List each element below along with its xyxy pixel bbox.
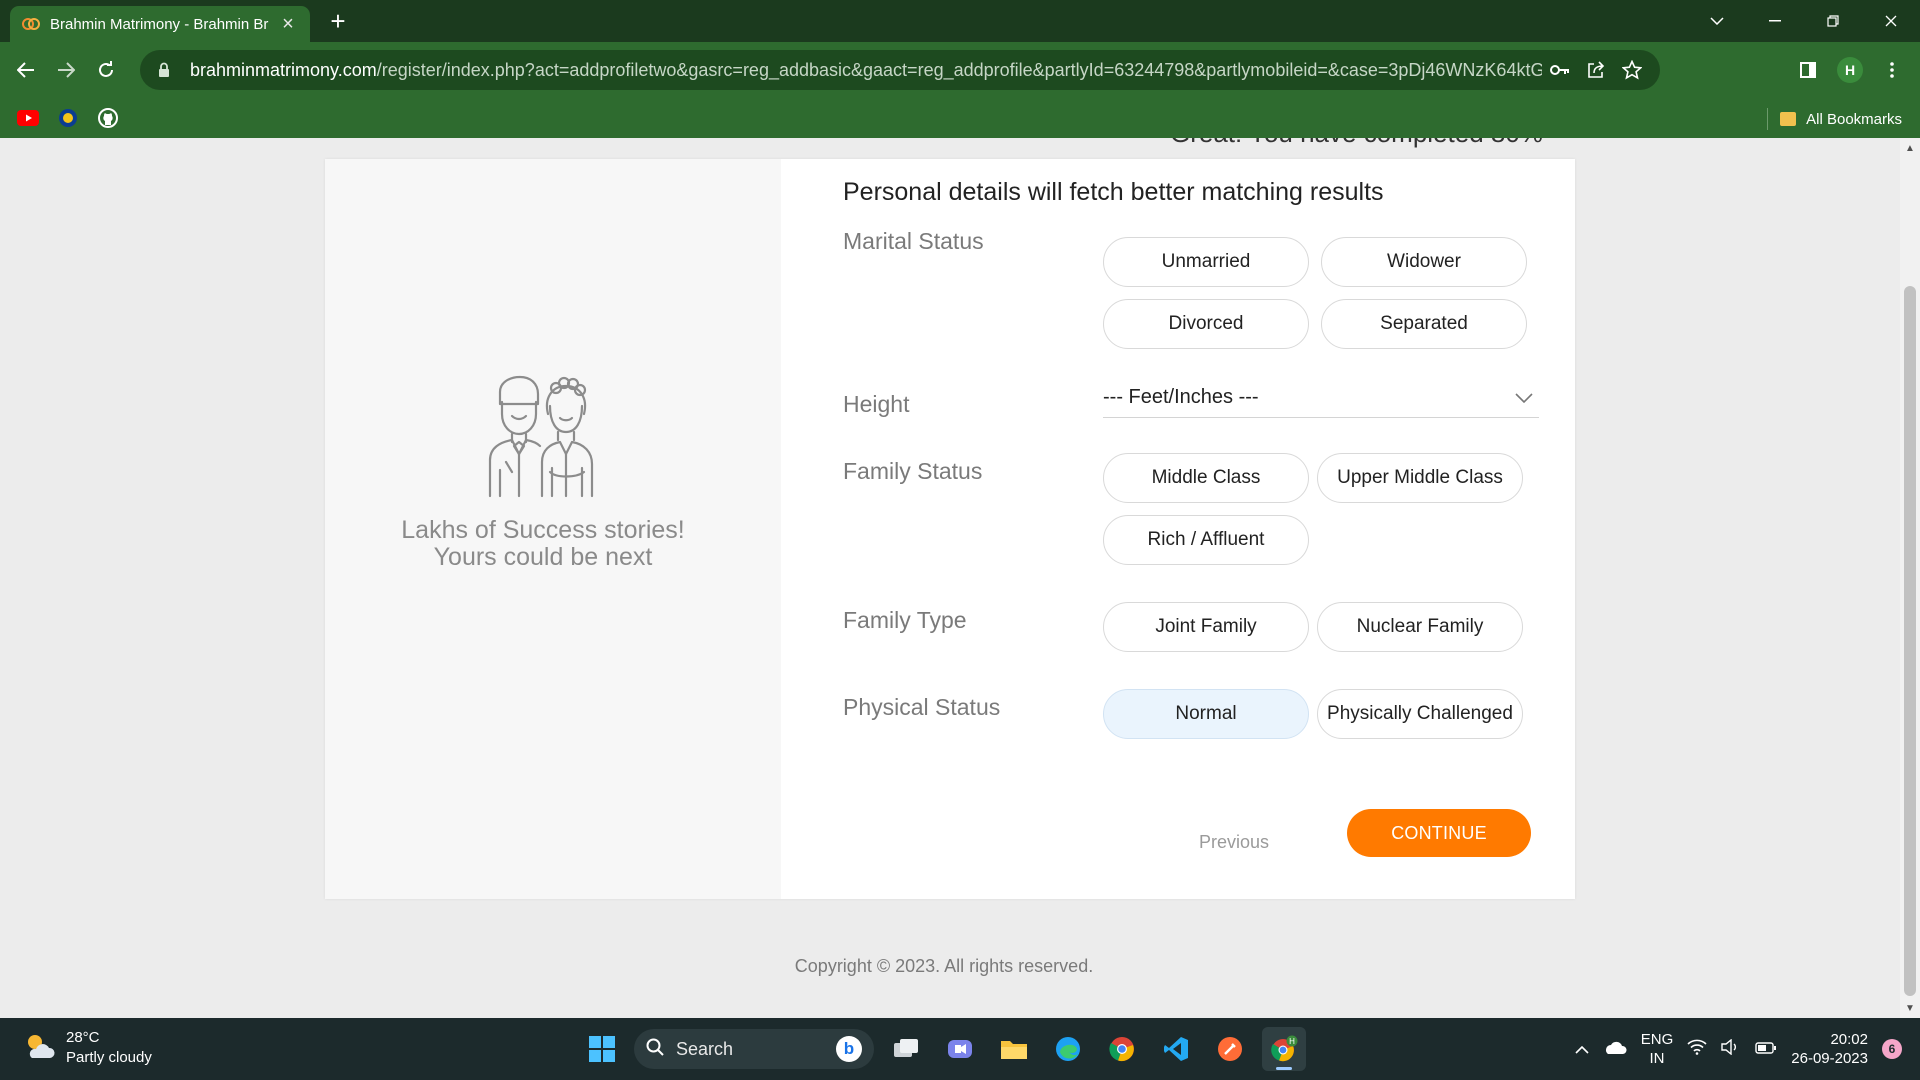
volume-icon[interactable] [1721,1038,1741,1059]
marital-option-widower[interactable]: Widower [1321,237,1527,287]
close-window-button[interactable] [1862,0,1920,42]
continue-button[interactable]: CONTINUE [1347,809,1531,857]
family-status-option-rich-affluent[interactable]: Rich / Affluent [1103,515,1309,565]
family-type-option-nuclear[interactable]: Nuclear Family [1317,602,1523,652]
height-select[interactable]: --- Feet/Inches --- [1103,378,1539,418]
url-text: brahminmatrimony.com/register/index.php?… [190,59,1542,80]
chevron-down-icon [1515,386,1533,409]
close-tab-icon[interactable]: × [278,13,298,36]
page-scrollbar[interactable]: ▲ ▼ [1900,138,1920,1018]
registration-card: Lakhs of Success stories! Yours could be… [325,159,1575,899]
scroll-down-arrow-icon[interactable]: ▼ [1900,998,1920,1018]
browser-toolbar: brahminmatrimony.com/register/index.php?… [0,42,1920,138]
browser-tab-bar: Brahmin Matrimony - Brahmin Br × + [0,0,1920,42]
bookmarks-bar: All Bookmarks [0,98,1920,138]
physical-status-label: Physical Status [843,694,1001,720]
system-tray: ENG IN 20:02 26-09-2023 6 [1575,1024,1902,1074]
marital-option-separated[interactable]: Separated [1321,299,1527,349]
postman-icon[interactable] [1208,1027,1252,1071]
tab-title: Brahmin Matrimony - Brahmin Br [50,15,269,33]
back-arrow-icon[interactable] [8,52,44,88]
chrome-browser-icon[interactable] [1100,1027,1144,1071]
onedrive-cloud-icon[interactable] [1603,1039,1627,1059]
github-bookmark-icon[interactable] [96,106,120,130]
edge-browser-icon[interactable] [1046,1027,1090,1071]
reload-icon[interactable] [88,52,124,88]
share-icon[interactable] [1578,52,1614,88]
lock-icon [158,62,174,78]
form-title: Personal details will fetch better match… [843,178,1384,206]
start-button-windows-icon[interactable] [580,1027,624,1071]
partly-cloudy-icon [22,1031,56,1066]
physical-status-option-normal[interactable]: Normal [1103,689,1309,739]
task-view-icon[interactable] [884,1027,928,1071]
scroll-thumb[interactable] [1904,286,1916,996]
family-status-label: Family Status [843,458,983,484]
progress-message: Great! You have completed 80% [1170,138,1543,149]
bing-icon[interactable]: b [836,1036,862,1062]
chrome-profile-active-icon[interactable]: H [1262,1027,1306,1071]
height-label: Height [843,391,910,417]
address-bar[interactable]: brahminmatrimony.com/register/index.php?… [140,50,1660,90]
password-key-icon[interactable] [1542,52,1578,88]
page-viewport: Great! You have completed 80% [0,138,1900,1018]
youtube-bookmark-icon[interactable] [16,106,40,130]
physical-status-option-physically-challenged[interactable]: Physically Challenged [1317,689,1523,739]
height-select-value: --- Feet/Inches --- [1103,386,1259,408]
tab-search-chevron-icon[interactable] [1688,0,1746,42]
site-favicon-icon [22,15,40,33]
browser-tab[interactable]: Brahmin Matrimony - Brahmin Br × [10,6,310,42]
vscode-icon[interactable] [1154,1027,1198,1071]
chevron-up-icon[interactable] [1575,1041,1589,1058]
personal-details-form: Personal details will fetch better match… [781,159,1575,899]
side-panel-icon[interactable] [1790,52,1826,88]
svg-text:H: H [1289,1037,1295,1046]
marital-option-unmarried[interactable]: Unmarried [1103,237,1309,287]
search-label: Search [676,1038,734,1059]
family-type-label: Family Type [843,607,967,633]
battery-icon[interactable] [1755,1041,1777,1058]
weather-widget[interactable]: 28°C Partly cloudy [22,1028,152,1068]
scroll-up-arrow-icon[interactable]: ▲ [1900,138,1920,158]
family-status-option-middle-class[interactable]: Middle Class [1103,453,1309,503]
bookmark-star-icon[interactable] [1614,52,1650,88]
more-menu-icon[interactable] [1874,52,1910,88]
file-explorer-icon[interactable] [992,1027,1036,1071]
marital-status-label: Marital Status [843,228,984,254]
notification-badge[interactable]: 6 [1882,1039,1902,1059]
clock-time: 20:02 [1830,1031,1868,1048]
taskbar-search-box[interactable]: Search b [634,1029,874,1069]
family-status-option-upper-middle-class[interactable]: Upper Middle Class [1317,453,1523,503]
windows-taskbar: 28°C Partly cloudy Search b H ENG IN 20:… [0,1018,1920,1080]
left-panel: Lakhs of Success stories! Yours could be… [325,159,781,899]
family-type-option-joint[interactable]: Joint Family [1103,602,1309,652]
clock-date: 26-09-2023 [1791,1050,1868,1067]
bookmark-site-icon[interactable] [56,106,80,130]
couple-illustration-icon [478,374,608,499]
restore-button[interactable] [1804,0,1862,42]
language-indicator[interactable]: ENG IN [1641,1030,1674,1068]
marital-option-divorced[interactable]: Divorced [1103,299,1309,349]
profile-avatar[interactable]: H [1832,52,1868,88]
previous-button[interactable]: Previous [1189,822,1279,862]
all-bookmarks-button[interactable]: All Bookmarks [1767,108,1902,130]
all-bookmarks-label: All Bookmarks [1806,110,1902,128]
weather-condition: Partly cloudy [66,1049,152,1066]
folder-icon [1780,112,1797,126]
new-tab-button[interactable]: + [325,8,351,34]
temperature: 28°C [66,1029,100,1046]
teams-chat-icon[interactable] [938,1027,982,1071]
copyright-text: Copyright © 2023. All rights reserved. [794,956,1094,976]
forward-arrow-icon[interactable] [48,52,84,88]
clock[interactable]: 20:02 26-09-2023 [1791,1030,1868,1068]
success-tagline: Lakhs of Success stories! Yours could be… [401,516,685,571]
wifi-icon[interactable] [1687,1039,1707,1059]
minimize-button[interactable] [1746,0,1804,42]
search-icon [646,1038,664,1061]
